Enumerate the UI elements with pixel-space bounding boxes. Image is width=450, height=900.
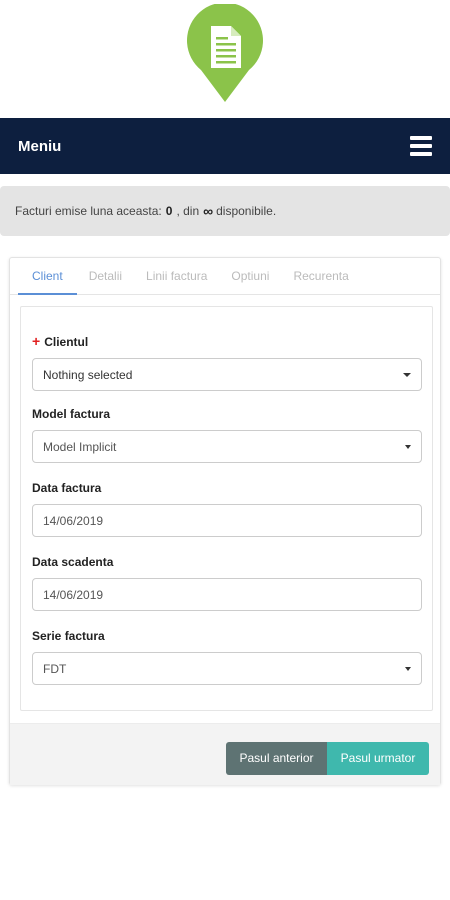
model-field: Model factura Model Implicit <box>32 407 422 463</box>
usage-count: 0 <box>165 204 173 218</box>
caret-down-icon <box>403 372 411 377</box>
tab-recurenta[interactable]: Recurenta <box>281 258 360 295</box>
hamburger-icon[interactable] <box>410 136 432 156</box>
model-label: Model factura <box>32 407 111 421</box>
invoice-usage-bar: Facturi emise luna aceasta: 0 , din ∞ di… <box>0 186 450 236</box>
tab-detalii[interactable]: Detalii <box>77 258 134 295</box>
due-date-field: Data scadenta 14/06/2019 <box>32 555 422 611</box>
series-select-value: FDT <box>43 661 67 676</box>
tab-optiuni[interactable]: Optiuni <box>219 258 281 295</box>
next-step-button[interactable]: Pasul urmator <box>327 742 429 775</box>
usage-middle: , din <box>176 204 200 218</box>
invoice-date-value: 14/06/2019 <box>43 513 104 528</box>
client-label: Clientul <box>44 335 89 349</box>
due-date-value: 14/06/2019 <box>43 587 104 602</box>
top-navbar: Meniu <box>0 118 450 174</box>
required-mark: + <box>32 333 41 349</box>
wizard-tabs: Client Detalii Linii factura Optiuni Rec… <box>10 258 440 295</box>
series-label: Serie factura <box>32 629 105 643</box>
client-select[interactable]: Nothing selected <box>32 358 422 391</box>
client-form: + Clientul Nothing selected Model factura… <box>20 306 433 711</box>
caret-down-icon <box>405 444 411 449</box>
series-field: Serie factura FDT <box>32 629 422 685</box>
client-field: + Clientul Nothing selected <box>32 333 422 391</box>
document-icon <box>187 4 263 102</box>
invoice-wizard-card: Client Detalii Linii factura Optiuni Rec… <box>9 257 441 785</box>
app-logo-area <box>0 0 450 118</box>
menu-title: Meniu <box>18 137 62 155</box>
series-select[interactable]: FDT <box>32 652 422 685</box>
caret-down-icon <box>405 666 411 671</box>
due-date-label: Data scadenta <box>32 555 114 569</box>
previous-step-button[interactable]: Pasul anterior <box>226 742 327 775</box>
tab-linii-factura[interactable]: Linii factura <box>134 258 219 295</box>
model-select-value: Model Implicit <box>43 439 117 454</box>
invoice-date-input[interactable]: 14/06/2019 <box>32 504 422 537</box>
usage-prefix: Facturi emise luna aceasta: <box>15 204 162 218</box>
wizard-footer: Pasul anterior Pasul urmator <box>10 723 440 785</box>
client-select-value: Nothing selected <box>43 367 133 382</box>
usage-suffix: disponibile. <box>216 204 277 218</box>
tab-client[interactable]: Client <box>18 258 77 295</box>
model-select[interactable]: Model Implicit <box>32 430 422 463</box>
invoice-date-label: Data factura <box>32 481 102 495</box>
usage-limit: ∞ <box>203 203 214 219</box>
invoice-date-field: Data factura 14/06/2019 <box>32 481 422 537</box>
due-date-input[interactable]: 14/06/2019 <box>32 578 422 611</box>
